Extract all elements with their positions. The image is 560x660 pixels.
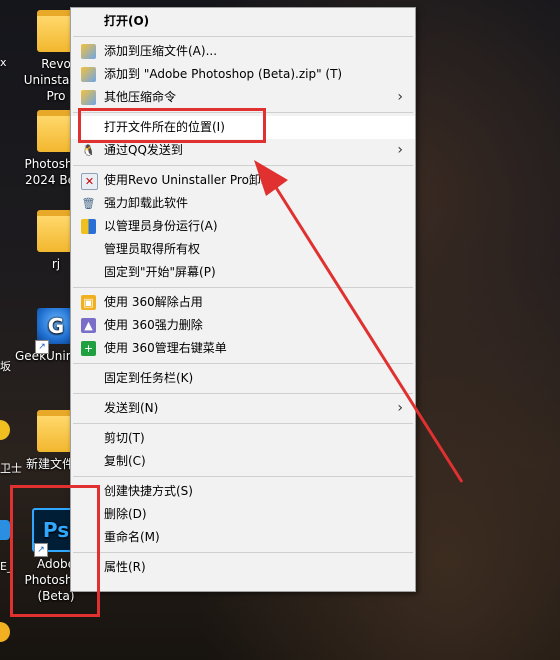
chevron-right-icon: › xyxy=(397,142,403,158)
menu-item-label: 使用 360解除占用 xyxy=(104,295,203,309)
menu-item[interactable]: ✕ 使用Revo Uninstaller Pro卸载 xyxy=(71,169,415,192)
revo-icon: ✕ xyxy=(81,173,98,190)
menu-item[interactable]: 重命名(M) xyxy=(71,526,415,549)
trash-icon: 🗑 xyxy=(81,197,96,210)
annotation-highlight-menu-item xyxy=(78,108,266,143)
qq-icon: 🐧 xyxy=(81,144,96,157)
menu-item-label: 以管理员身份运行(A) xyxy=(104,219,218,233)
menu-item-label: 添加到压缩文件(A)... xyxy=(104,44,218,58)
menu-separator xyxy=(73,552,413,553)
menu-item[interactable]: + 使用 360管理右键菜单 xyxy=(71,337,415,360)
menu-item-label: 创建快捷方式(S) xyxy=(104,484,193,498)
menu-separator xyxy=(73,476,413,477)
menu-item-label: 管理员取得所有权 xyxy=(104,242,201,256)
menu-item-label: 使用Revo Uninstaller Pro卸载 xyxy=(104,173,273,187)
annotation-highlight-desktop-icon xyxy=(10,485,100,617)
menu-item[interactable]: 发送到(N) › xyxy=(71,397,415,420)
menu-item-label: 其他压缩命令 xyxy=(104,90,177,104)
menu-item[interactable]: 复制(C) xyxy=(71,450,415,473)
menu-item[interactable]: 添加到 "Adobe Photoshop (Beta).zip" (T) xyxy=(71,63,415,86)
menu-item[interactable]: 打开(O) xyxy=(71,10,415,33)
menu-item[interactable]: 其他压缩命令 › xyxy=(71,86,415,109)
menu-item-label: 删除(D) xyxy=(104,507,147,521)
menu-item[interactable]: 🗑 强力卸载此软件 xyxy=(71,192,415,215)
menu-separator xyxy=(73,36,413,37)
left-edge-label: 坂 xyxy=(0,360,11,373)
menu-item-label: 打开(O) xyxy=(104,14,150,28)
menu-item[interactable]: ▣ 使用 360解除占用 xyxy=(71,291,415,314)
context-menu: 打开(O) 添加到压缩文件(A)... 添加到 "Adobe Photoshop (… xyxy=(70,7,416,592)
menu-item-label: 剪切(T) xyxy=(104,431,145,445)
menu-item-label: 固定到任务栏(K) xyxy=(104,371,194,385)
zip-icon xyxy=(81,67,96,82)
360-manage-icon: + xyxy=(81,341,96,356)
chevron-right-icon: › xyxy=(397,89,403,105)
menu-separator xyxy=(73,165,413,166)
menu-item-label: 添加到 "Adobe Photoshop (Beta).zip" (T) xyxy=(104,67,343,81)
menu-item-label: 通过QQ发送到 xyxy=(104,143,183,157)
menu-item[interactable]: 添加到压缩文件(A)... xyxy=(71,40,415,63)
menu-item[interactable]: 剪切(T) xyxy=(71,427,415,450)
menu-separator xyxy=(73,363,413,364)
menu-item[interactable]: ▲ 使用 360强力删除 xyxy=(71,314,415,337)
shield-icon xyxy=(81,219,96,234)
menu-item-label: 重命名(M) xyxy=(104,530,160,544)
menu-separator xyxy=(73,393,413,394)
menu-item-label: 使用 360管理右键菜单 xyxy=(104,341,227,355)
zip-icon xyxy=(81,44,96,59)
menu-item-label: 发送到(N) xyxy=(104,401,159,415)
360-delete-icon: ▲ xyxy=(81,318,96,333)
shortcut-arrow-icon: ↗ xyxy=(35,340,49,354)
partial-app-icon xyxy=(0,520,10,540)
partial-app-icon xyxy=(0,420,10,440)
menu-separator xyxy=(73,287,413,288)
partial-app-icon xyxy=(0,622,10,642)
menu-item[interactable]: 属性(R) xyxy=(71,556,415,579)
menu-item[interactable]: 固定到"开始"屏幕(P) xyxy=(71,261,415,284)
menu-item-label: 使用 360强力删除 xyxy=(104,318,203,332)
zip-icon xyxy=(81,90,96,105)
menu-item[interactable]: 管理员取得所有权 xyxy=(71,238,415,261)
menu-item-label: 强力卸载此软件 xyxy=(104,196,189,210)
menu-item[interactable]: 以管理员身份运行(A) xyxy=(71,215,415,238)
menu-separator xyxy=(73,423,413,424)
menu-item[interactable]: 删除(D) xyxy=(71,503,415,526)
left-edge-label: x xyxy=(0,56,7,69)
chevron-right-icon: › xyxy=(397,400,403,416)
menu-item-label: 复制(C) xyxy=(104,454,146,468)
menu-item[interactable]: 固定到任务栏(K) xyxy=(71,367,415,390)
left-edge-label: 卫士 xyxy=(0,462,22,475)
menu-item-label: 属性(R) xyxy=(104,560,146,574)
360-unlock-icon: ▣ xyxy=(81,295,96,310)
menu-item[interactable]: 创建快捷方式(S) xyxy=(71,480,415,503)
menu-item-label: 固定到"开始"屏幕(P) xyxy=(104,265,216,279)
